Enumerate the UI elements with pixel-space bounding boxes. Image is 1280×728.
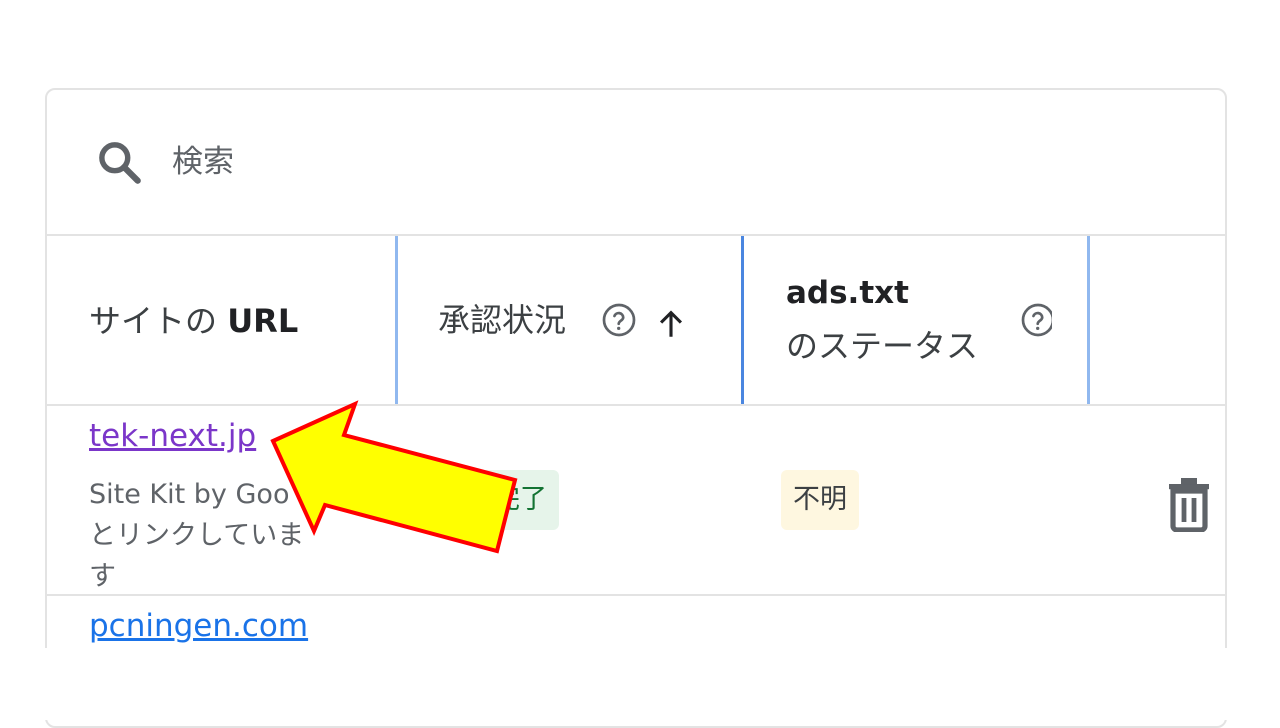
sites-card: 検索 サイトの URL 承認状況 ads.txt のステータス tek-next… (45, 88, 1227, 728)
help-circle-icon[interactable] (1020, 302, 1052, 338)
help-circle-icon[interactable] (601, 302, 637, 338)
column-label-bold: URL (227, 302, 299, 340)
site-subtext-line: Site Kit by Goo (89, 479, 290, 510)
arrow-up-icon[interactable] (654, 307, 688, 341)
search-icon[interactable] (95, 138, 145, 188)
column-label: 承認状況 (438, 301, 567, 339)
column-header-actions (1087, 236, 1225, 404)
ads-txt-status-badge: 不明 (781, 470, 859, 530)
site-subtext: Site Kit by Goo とリンクしていま す (89, 474, 361, 597)
site-subtext-line: す (89, 561, 116, 592)
site-link[interactable]: tek-next.jp (89, 416, 256, 456)
column-label-prefix: サイトの (89, 302, 228, 340)
column-header-site-url[interactable]: サイトの URL (47, 236, 395, 404)
column-label-line1: ads.txt (786, 275, 909, 311)
bottom-mask (0, 648, 1280, 720)
trash-icon[interactable] (1165, 476, 1213, 532)
column-header-ads-txt-status[interactable]: ads.txt のステータス (741, 236, 1087, 404)
column-header-approval-status[interactable]: 承認状況 (395, 236, 741, 404)
search-input[interactable]: 検索 (172, 140, 234, 184)
column-label-line2: のステータス (786, 327, 979, 365)
site-link[interactable]: pcningen.com (89, 606, 308, 646)
site-subtext-line: とリンクしていま (89, 520, 305, 551)
search-bar[interactable]: 検索 (47, 90, 1225, 236)
table-header: サイトの URL 承認状況 ads.txt のステータス (47, 236, 1225, 406)
table-row: tek-next.jp Site Kit by Goo とリンクしていま す 完… (47, 406, 1225, 596)
approval-status-badge: 完了 (447, 470, 559, 530)
